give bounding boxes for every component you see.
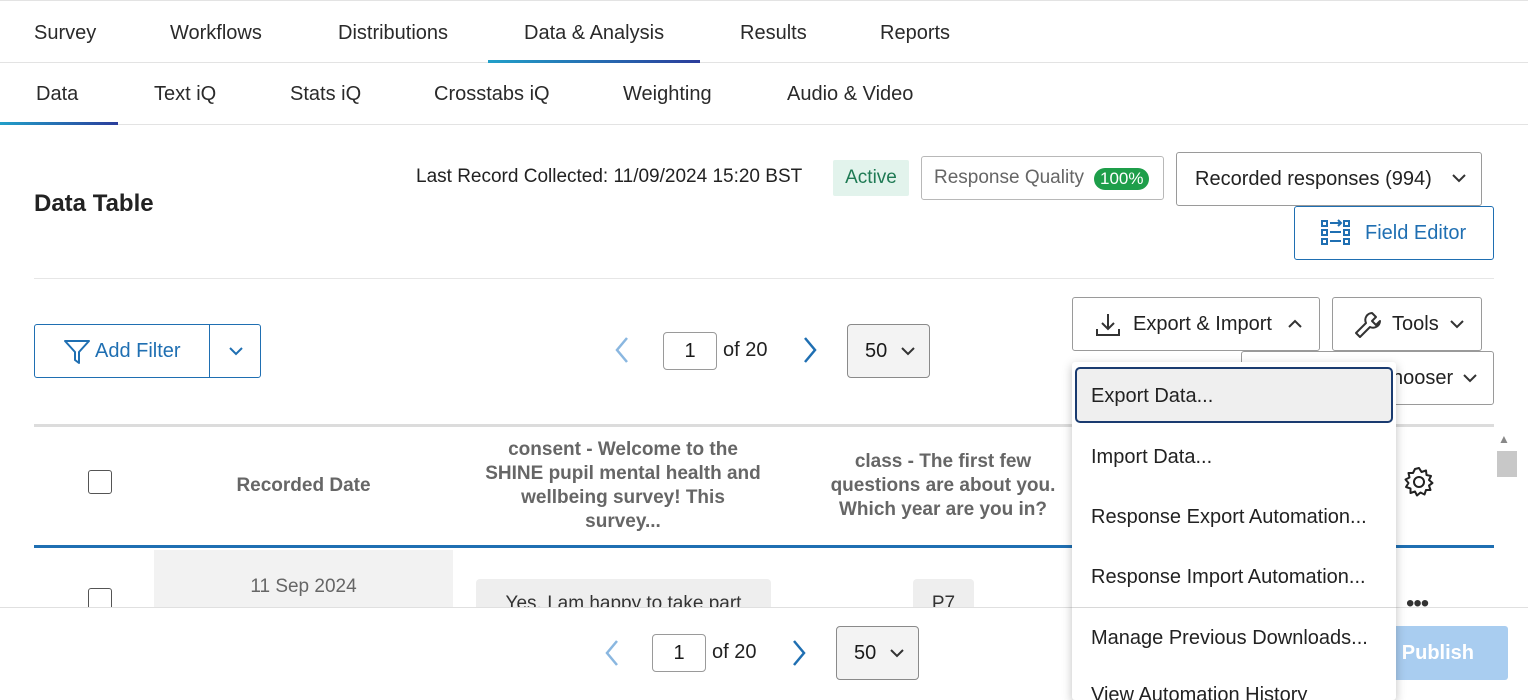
chevron-down-icon[interactable] (227, 339, 245, 369)
scroll-up-icon[interactable]: ▲ (1498, 432, 1510, 446)
gear-icon[interactable] (1403, 466, 1435, 503)
response-quality-badge: 100% (1094, 168, 1150, 190)
tab-stats-iq[interactable]: Stats iQ (290, 63, 361, 125)
scrollbar-thumb[interactable] (1497, 451, 1517, 477)
select-all-checkbox[interactable] (88, 470, 112, 494)
page-count: of 20 (723, 339, 768, 361)
tab-results[interactable]: Results (740, 1, 843, 63)
per-page-value: 50 (854, 642, 877, 664)
field-editor-icon (1321, 219, 1350, 245)
add-filter-button[interactable]: Add Filter (34, 324, 261, 378)
menu-item-import-data[interactable]: Import Data... (1072, 427, 1396, 487)
per-page-select[interactable]: 50 (836, 626, 919, 680)
recorded-responses-dropdown[interactable]: Recorded responses (994) (1176, 152, 1482, 206)
tab-survey[interactable]: Survey (34, 1, 132, 63)
previous-page-icon[interactable] (612, 334, 632, 373)
menu-item-response-export-automation[interactable]: Response Export Automation... (1072, 487, 1396, 547)
add-filter-label: Add Filter (95, 340, 181, 362)
menu-item-export-data[interactable]: Export Data... (1075, 367, 1393, 423)
field-editor-label: Field Editor (1365, 222, 1467, 244)
menu-item-response-import-automation[interactable]: Response Import Automation... (1072, 547, 1396, 607)
chevron-up-icon (1288, 319, 1302, 328)
column-chooser-label: hooser (1392, 367, 1454, 389)
chevron-down-icon (890, 649, 904, 658)
section-divider (34, 278, 1494, 279)
wrench-icon (1355, 312, 1381, 338)
export-import-button[interactable]: Export & Import (1072, 297, 1320, 351)
add-filter-separator (209, 325, 210, 377)
menu-item-manage-downloads[interactable]: Manage Previous Downloads... (1072, 608, 1396, 668)
tab-text-iq[interactable]: Text iQ (154, 63, 216, 125)
recorded-responses-label: Recorded responses (994) (1195, 168, 1432, 190)
page-number-input[interactable]: 1 (663, 332, 717, 370)
previous-page-icon[interactable] (602, 637, 622, 676)
response-quality-button[interactable]: Response Quality 100% (921, 156, 1164, 200)
chevron-down-icon (1450, 320, 1464, 329)
tools-label: Tools (1392, 313, 1439, 335)
last-record-text: Last Record Collected: 11/09/2024 15:20 … (416, 166, 803, 187)
response-quality-label: Response Quality (934, 167, 1084, 188)
chevron-down-icon (1463, 374, 1477, 383)
next-page-icon[interactable] (800, 334, 820, 373)
page-title: Data Table (34, 190, 154, 217)
sub-nav: Data Text iQ Stats iQ Crosstabs iQ Weigh… (0, 63, 1528, 125)
tab-workflows[interactable]: Workflows (170, 1, 298, 63)
tab-reports[interactable]: Reports (880, 1, 986, 63)
download-icon (1096, 314, 1120, 336)
column-header-recorded-date[interactable]: Recorded Date (154, 474, 453, 498)
per-page-select[interactable]: 50 (847, 324, 930, 378)
filter-icon (64, 340, 90, 364)
cell-recorded-date: 11 Sep 2024 (154, 550, 453, 610)
menu-item-view-automation-history[interactable]: View Automation History (1072, 665, 1396, 700)
page-number-input[interactable]: 1 (652, 634, 706, 672)
per-page-value: 50 (865, 340, 888, 362)
export-import-label: Export & Import (1133, 313, 1272, 335)
tools-button[interactable]: Tools (1332, 297, 1482, 351)
tab-crosstabs-iq[interactable]: Crosstabs iQ (434, 63, 550, 125)
tab-distributions[interactable]: Distributions (338, 1, 484, 63)
field-editor-button[interactable]: Field Editor (1294, 206, 1494, 260)
tab-audio-video[interactable]: Audio & Video (787, 63, 913, 125)
chevron-down-icon (901, 347, 915, 356)
tab-data-analysis[interactable]: Data & Analysis (488, 1, 701, 63)
tab-weighting[interactable]: Weighting (623, 63, 712, 125)
tab-data[interactable]: Data (0, 63, 118, 125)
export-import-menu: Export Data... Import Data... Response E… (1072, 362, 1396, 700)
page-count: of 20 (712, 641, 757, 663)
column-header-class[interactable]: class - The first few questions are abou… (812, 450, 1074, 522)
status-badge: Active (833, 160, 909, 196)
next-page-icon[interactable] (789, 637, 809, 676)
column-header-consent[interactable]: consent - Welcome to the SHINE pupil men… (483, 438, 763, 534)
top-nav: Survey Workflows Distributions Data & An… (0, 0, 1528, 63)
